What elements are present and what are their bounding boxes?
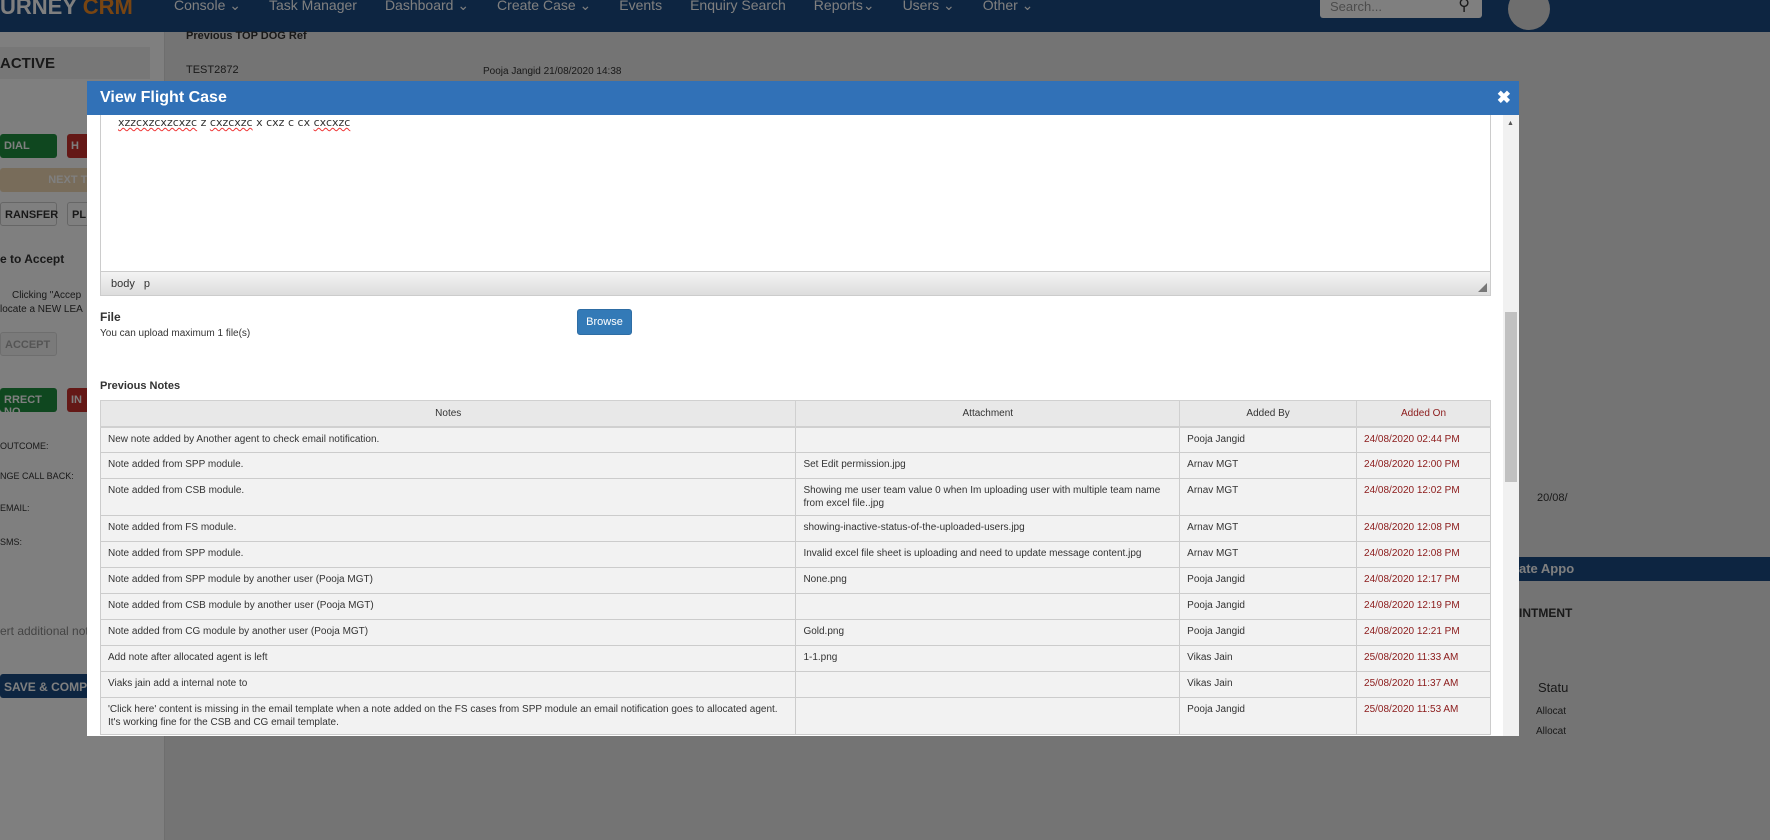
modal-scrollbar[interactable]: ▲ (1503, 115, 1519, 736)
added-by: Arnav MGT (1179, 515, 1358, 542)
table-row: Note added from SPP module. Invalid excel… (99, 541, 1491, 568)
added-by: Arnav MGT (1179, 541, 1358, 568)
editor-word: cxz (266, 116, 285, 129)
table-row: New note added by Another agent to check… (99, 426, 1491, 453)
added-on: 25/08/2020 11:33 AM (1356, 645, 1491, 672)
table-row: Note added from CSB module by another us… (99, 593, 1491, 620)
note-text: 'Click here' content is missing in the e… (99, 697, 797, 735)
column-header[interactable]: Attachment (795, 400, 1181, 428)
added-on: 24/08/2020 12:08 PM (1356, 515, 1491, 542)
added-by: Vikas Jain (1179, 645, 1358, 672)
note-text: Note added from SPP module. (99, 541, 797, 568)
added-by: Arnav MGT (1179, 478, 1358, 516)
added-on: 24/08/2020 12:17 PM (1356, 567, 1491, 594)
note-text: Add note after allocated agent is left (99, 645, 797, 672)
column-header[interactable]: Notes (99, 400, 797, 428)
attachment-link[interactable]: Set Edit permission.jpg (795, 452, 1181, 479)
note-text: Note added from CSB module. (99, 478, 797, 516)
editor-content[interactable]: xzzcxzcxzcxzc z cxzcxzc x cxz c cx cxcxz… (101, 115, 1490, 130)
table-row: Note added from FS module. showing-inacti… (99, 515, 1491, 542)
note-text: Note added from FS module. (99, 515, 797, 542)
added-on: 24/08/2020 12:21 PM (1356, 619, 1491, 646)
column-header[interactable]: Added By (1179, 400, 1358, 428)
attachment-link (795, 426, 1181, 453)
editor-word: cxzcxzc (209, 116, 253, 129)
table-row: Add note after allocated agent is left 1-… (99, 645, 1491, 672)
added-by: Pooja Jangid (1179, 593, 1358, 620)
note-text: Note added from SPP module. (99, 452, 797, 479)
modal-title: View Flight Case (100, 89, 227, 106)
note-text: Note added from CG module by another use… (99, 619, 797, 646)
note-editor[interactable]: xzzcxzcxzcxzc z cxzcxzc x cxz c cx cxcxz… (100, 115, 1491, 296)
note-text: New note added by Another agent to check… (99, 426, 797, 453)
added-on: 24/08/2020 02:44 PM (1356, 426, 1491, 453)
editor-word: cx (297, 116, 311, 129)
table-row: Note added from CG module by another use… (99, 619, 1491, 646)
attachment-link (795, 671, 1181, 698)
attachment-link (795, 697, 1181, 735)
editor-word: x (256, 116, 263, 129)
added-by: Pooja Jangid (1179, 567, 1358, 594)
browse-button[interactable]: Browse (577, 309, 632, 335)
added-by: Vikas Jain (1179, 671, 1358, 698)
added-by: Pooja Jangid (1179, 697, 1358, 735)
attachment-link (795, 593, 1181, 620)
added-by: Pooja Jangid (1179, 426, 1358, 453)
attachment-link[interactable]: None.png (795, 567, 1181, 594)
added-on: 24/08/2020 12:02 PM (1356, 478, 1491, 516)
file-label: File (100, 310, 121, 324)
added-by: Pooja Jangid (1179, 619, 1358, 646)
resize-handle[interactable] (1478, 283, 1487, 292)
note-text: Note added from CSB module by another us… (99, 593, 797, 620)
attachment-link[interactable]: showing-inactive-status-of-the-uploaded-… (795, 515, 1181, 542)
editor-word: c (287, 116, 295, 129)
table-row: Note added from SPP module by another us… (99, 567, 1491, 594)
attachment-link[interactable]: Gold.png (795, 619, 1181, 646)
view-flight-case-modal: View Flight Case ✖ xzzcxzcxzcxzc z cxzcx… (87, 81, 1519, 736)
table-row: Note added from CSB module. Showing me us… (99, 478, 1491, 516)
previous-notes-heading: Previous Notes (100, 380, 181, 392)
added-on: 25/08/2020 11:37 AM (1356, 671, 1491, 698)
column-header[interactable]: Added On (1356, 400, 1491, 428)
editor-word: cxcxzc (313, 116, 351, 129)
previous-notes-table: Notes Attachment Added By Added On New note… (99, 400, 1491, 735)
added-on: 24/08/2020 12:08 PM (1356, 541, 1491, 568)
scrollbar-thumb[interactable] (1505, 312, 1517, 482)
note-text: Viaks jain add a internal note to (99, 671, 797, 698)
added-on: 25/08/2020 11:53 AM (1356, 697, 1491, 735)
table-row: Note added from SPP module. Set Edit perm… (99, 452, 1491, 479)
editor-path: body p (101, 271, 1490, 295)
added-by: Arnav MGT (1179, 452, 1358, 479)
editor-word: xzzcxzcxzcxzc (118, 116, 198, 129)
added-on: 24/08/2020 12:00 PM (1356, 452, 1491, 479)
attachment-link[interactable]: Invalid excel file sheet is uploading an… (795, 541, 1181, 568)
editor-word: z (200, 116, 207, 129)
attachment-link[interactable]: 1-1.png (795, 645, 1181, 672)
note-text: Note added from SPP module by another us… (99, 567, 797, 594)
file-hint: You can upload maximum 1 file(s) (100, 328, 251, 339)
table-row: Viaks jain add a internal note to Vikas J… (99, 671, 1491, 698)
added-on: 24/08/2020 12:19 PM (1356, 593, 1491, 620)
attachment-link[interactable]: Showing me user team value 0 when Im upl… (795, 478, 1181, 516)
table-row: 'Click here' content is missing in the e… (99, 697, 1491, 735)
close-icon[interactable]: ✖ (1497, 88, 1511, 108)
modal-header: View Flight Case ✖ (87, 81, 1519, 115)
scroll-up-icon[interactable]: ▲ (1507, 120, 1514, 127)
